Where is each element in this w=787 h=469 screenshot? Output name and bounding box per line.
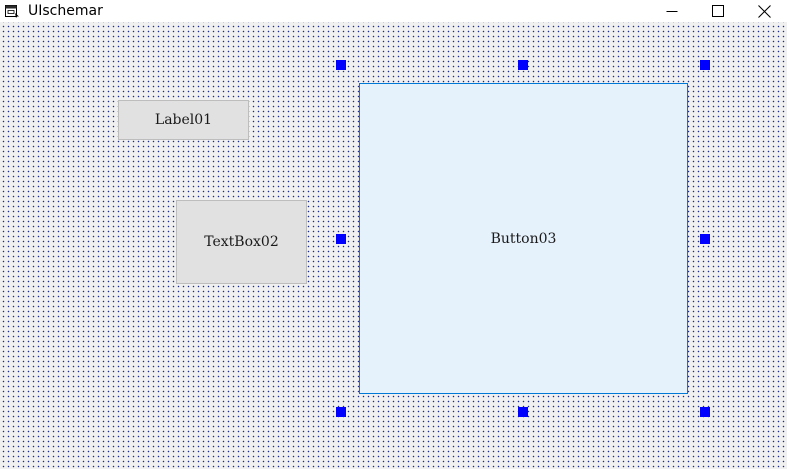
label01-control[interactable]: Label01 (118, 100, 249, 140)
resize-handle-right[interactable] (700, 234, 710, 244)
minimize-icon (666, 11, 678, 12)
designer-window: UIschemar Label01 TextBox02 Button03 (0, 0, 787, 469)
maximize-button[interactable] (695, 0, 741, 22)
resize-handle-bottom[interactable] (518, 407, 528, 417)
minimize-button[interactable] (649, 0, 695, 22)
title-bar[interactable]: UIschemar (0, 0, 787, 22)
label01-text: Label01 (154, 112, 213, 128)
close-button[interactable] (741, 0, 787, 22)
close-icon (757, 4, 771, 18)
textbox02-text: TextBox02 (204, 234, 279, 250)
button03-control[interactable]: Button03 (359, 83, 688, 394)
resize-handle-top-right[interactable] (700, 60, 710, 70)
resize-handle-bottom-left[interactable] (336, 407, 346, 417)
window-form-icon (5, 5, 19, 18)
textbox02-control[interactable]: TextBox02 (176, 200, 307, 284)
button03-text: Button03 (490, 230, 557, 247)
resize-handle-left[interactable] (336, 234, 346, 244)
resize-handle-top-left[interactable] (336, 60, 346, 70)
maximize-icon (712, 5, 724, 17)
window-title: UIschemar (28, 3, 103, 19)
design-surface[interactable]: Label01 TextBox02 Button03 (0, 22, 787, 469)
resize-handle-bottom-right[interactable] (700, 407, 710, 417)
resize-handle-top[interactable] (518, 60, 528, 70)
